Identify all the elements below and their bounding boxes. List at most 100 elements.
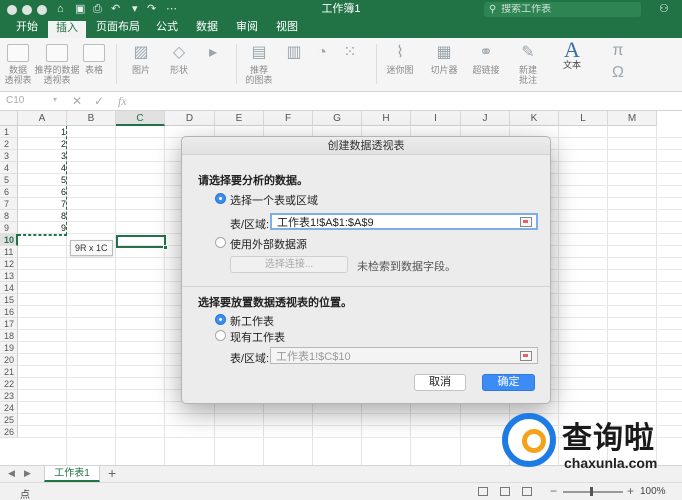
column-header-m[interactable]: M: [608, 111, 657, 126]
radio-existing-sheet-label[interactable]: 现有工作表: [230, 329, 285, 345]
row-header-14[interactable]: 14: [0, 282, 18, 294]
radio-table-range[interactable]: [215, 193, 226, 204]
row-header-11[interactable]: 11: [0, 246, 18, 258]
row-header-19[interactable]: 19: [0, 342, 18, 354]
fill-handle[interactable]: [163, 245, 168, 250]
row-header-21[interactable]: 21: [0, 366, 18, 378]
shapes-button[interactable]: ◇ 形状: [164, 44, 194, 75]
page-break-view-icon[interactable]: [522, 487, 532, 496]
close-window-button[interactable]: [7, 5, 17, 15]
column-header-i[interactable]: I: [411, 111, 461, 126]
recommended-charts-button[interactable]: ▤ 推荐 的图表: [242, 44, 276, 85]
more-icon[interactable]: ⋯: [166, 2, 177, 16]
select-all-corner[interactable]: [0, 111, 18, 126]
choose-connection-button[interactable]: 选择连接...: [230, 256, 348, 273]
column-header-l[interactable]: L: [559, 111, 608, 126]
column-header-j[interactable]: J: [461, 111, 510, 126]
tab-page-layout[interactable]: 页面布局: [88, 19, 148, 38]
add-sheet-icon[interactable]: +: [108, 466, 116, 481]
column-header-g[interactable]: G: [313, 111, 362, 126]
tab-review[interactable]: 审阅: [228, 19, 266, 38]
page-layout-view-icon[interactable]: [500, 487, 510, 496]
radio-external-source[interactable]: [215, 237, 226, 248]
zoom-window-button[interactable]: [37, 5, 47, 15]
column-header-h[interactable]: H: [362, 111, 411, 126]
minimize-window-button[interactable]: [22, 5, 32, 15]
row-header-10[interactable]: 10: [0, 234, 18, 246]
tab-data[interactable]: 数据: [188, 19, 226, 38]
zoom-slider[interactable]: [563, 491, 623, 493]
ok-button[interactable]: 确定: [482, 374, 535, 391]
column-header-b[interactable]: B: [67, 111, 116, 126]
print-icon[interactable]: ⎙: [93, 2, 102, 16]
row-header-26[interactable]: 26: [0, 426, 18, 438]
search-box[interactable]: ⚲: [484, 2, 641, 17]
hyperlink-button[interactable]: ⚭ 超链接: [470, 44, 502, 75]
tab-view[interactable]: 视图: [268, 19, 306, 38]
column-header-f[interactable]: F: [264, 111, 313, 126]
redo-icon[interactable]: ↷: [147, 2, 156, 16]
home-icon[interactable]: ⌂: [57, 2, 64, 16]
insert-function-icon[interactable]: fx: [118, 94, 127, 109]
zoom-out-icon[interactable]: −: [550, 484, 557, 498]
collapse-location-icon[interactable]: [520, 351, 532, 361]
new-comment-button[interactable]: ✎ 新建 批注: [512, 44, 544, 85]
symbol-button[interactable]: Ω: [606, 64, 630, 85]
column-header-e[interactable]: E: [215, 111, 264, 126]
row-header-17[interactable]: 17: [0, 318, 18, 330]
radio-new-sheet-label[interactable]: 新工作表: [230, 313, 274, 329]
next-sheet-icon[interactable]: ▶: [24, 468, 31, 479]
name-box-dropdown-icon[interactable]: ▾: [53, 95, 57, 104]
row-header-24[interactable]: 24: [0, 402, 18, 414]
save-icon[interactable]: ▣: [75, 2, 85, 16]
slicer-button[interactable]: ▦ 切片器: [428, 44, 460, 75]
cancel-entry-icon[interactable]: ✕: [72, 94, 82, 108]
active-cell-c10[interactable]: [116, 235, 166, 248]
row-header-23[interactable]: 23: [0, 390, 18, 402]
row-header-15[interactable]: 15: [0, 294, 18, 306]
row-header-12[interactable]: 12: [0, 258, 18, 270]
share-icon[interactable]: ⚇: [659, 2, 669, 16]
equation-button[interactable]: π: [606, 42, 630, 63]
cancel-button[interactable]: 取消: [414, 374, 466, 391]
normal-view-icon[interactable]: [478, 487, 488, 496]
row-header-16[interactable]: 16: [0, 306, 18, 318]
collapse-dialog-icon[interactable]: [520, 217, 532, 227]
table-button[interactable]: 表格: [82, 44, 106, 75]
name-box[interactable]: C10: [6, 95, 52, 106]
source-range-input[interactable]: [270, 213, 538, 230]
row-header-13[interactable]: 13: [0, 270, 18, 282]
tab-formulas[interactable]: 公式: [148, 19, 186, 38]
scatter-chart-button[interactable]: ⁙: [338, 44, 362, 65]
pictures-button[interactable]: ▨ 图片: [126, 44, 156, 75]
row-header-22[interactable]: 22: [0, 378, 18, 390]
zoom-in-icon[interactable]: +: [627, 484, 634, 498]
radio-new-sheet[interactable]: [215, 314, 226, 325]
radio-table-range-label[interactable]: 选择一个表或区域: [230, 192, 318, 208]
text-button[interactable]: A 文本: [558, 39, 586, 71]
column-header-k[interactable]: K: [510, 111, 559, 126]
column-header-d[interactable]: D: [165, 111, 215, 126]
location-range-input[interactable]: [270, 347, 538, 364]
sheet-tab-active[interactable]: 工作表1: [44, 466, 100, 482]
undo-dropdown-icon[interactable]: ▾: [132, 2, 138, 16]
row-header-20[interactable]: 20: [0, 354, 18, 366]
tab-home[interactable]: 开始: [8, 19, 46, 38]
recommended-pivot-button[interactable]: 推荐的数据 透视表: [34, 44, 80, 85]
add-ins-button[interactable]: ▸: [200, 44, 226, 65]
sparklines-button[interactable]: ⌇ 迷你图: [384, 44, 416, 75]
column-chart-button[interactable]: ▥: [282, 44, 306, 65]
column-header-a[interactable]: A: [18, 111, 67, 126]
row-header-25[interactable]: 25: [0, 414, 18, 426]
row-header-18[interactable]: 18: [0, 330, 18, 342]
pie-chart-button[interactable]: ◔: [310, 44, 334, 65]
confirm-entry-icon[interactable]: ✓: [94, 94, 104, 108]
column-header-c[interactable]: C: [116, 111, 165, 126]
tab-insert[interactable]: 插入: [48, 19, 86, 38]
search-input[interactable]: [501, 4, 632, 15]
prev-sheet-icon[interactable]: ◀: [8, 468, 15, 479]
undo-icon[interactable]: ↶: [111, 2, 120, 16]
zoom-slider-handle[interactable]: [590, 487, 593, 496]
radio-existing-sheet[interactable]: [215, 330, 226, 341]
pivot-table-button[interactable]: 数据 透视表: [4, 44, 32, 85]
